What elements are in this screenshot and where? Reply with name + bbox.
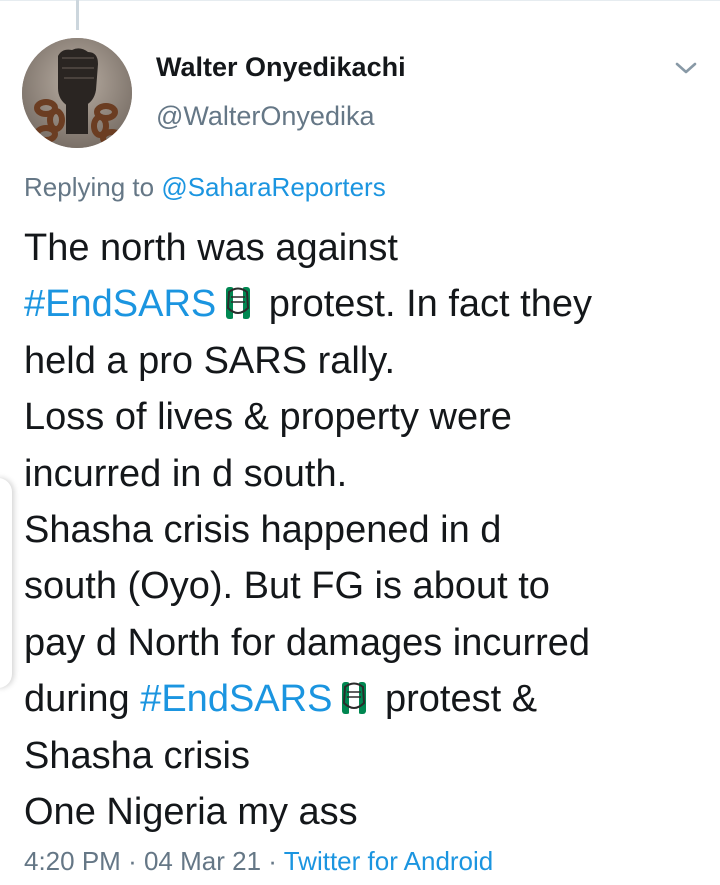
tweet-date[interactable]: 04 Mar 21	[144, 846, 261, 876]
tweet-line-text: incurred in d south.	[24, 452, 348, 495]
tweet-line: Shasha crisis	[24, 728, 714, 784]
hashtag-link[interactable]: #EndSARS	[140, 678, 332, 720]
tweet-line-text: Loss of lives & property were	[24, 396, 512, 439]
meta-separator: ·	[268, 846, 277, 876]
tweet-line-text: Shasha crisis happened in d	[24, 508, 502, 551]
author-handle[interactable]: @WalterOnyedika	[156, 101, 374, 132]
tweet-line: incurred in d south.	[24, 446, 714, 502]
tweet-line: #EndSARS protest. In fact they	[24, 276, 714, 332]
tweet-line: during #EndSARS protest &	[24, 671, 714, 727]
tweet-line-text: held a pro SARS rally.	[24, 339, 396, 382]
tweet-line-text: during	[24, 678, 141, 721]
author-display-name[interactable]: Walter Onyedikachi	[156, 52, 406, 83]
replying-to-label: Replying to	[24, 172, 155, 202]
raised-fist-icon	[342, 682, 367, 715]
tweet-metadata: 4:20 PM · 04 Mar 21 · Twitter for Androi…	[24, 846, 493, 877]
tweet-line: Shasha crisis happened in d	[24, 502, 714, 558]
avatar[interactable]	[22, 38, 132, 148]
chevron-down-icon[interactable]	[672, 58, 700, 78]
replying-to-line: Replying to @SaharaReporters	[24, 172, 386, 203]
tweet-line: One Nigeria my ass	[24, 784, 714, 840]
top-divider	[0, 0, 720, 1]
tweet-text: The north was against #EndSARS protest. …	[24, 220, 714, 840]
raised-fist-icon	[226, 287, 251, 320]
edge-pull-tab[interactable]	[0, 478, 12, 688]
tweet-line-text: protest. In fact they	[258, 283, 592, 326]
tweet-line: held a pro SARS rally.	[24, 333, 714, 389]
tweet-line: pay d North for damages incurred	[24, 615, 714, 671]
hashtag-link[interactable]: #EndSARS	[24, 283, 216, 325]
tweet-line-text: One Nigeria my ass	[24, 790, 358, 833]
tweet-source-link[interactable]: Twitter for Android	[284, 846, 494, 876]
tweet-line: south (Oyo). But FG is about to	[24, 558, 714, 614]
tweet-line: The north was against	[24, 220, 714, 276]
tweet-line-text: Shasha crisis	[24, 734, 250, 777]
tweet-time[interactable]: 4:20 PM	[24, 846, 121, 876]
tweet-line-text: south (Oyo). But FG is about to	[24, 565, 550, 608]
tweet-line-text: The north was against	[24, 227, 398, 269]
tweet-line: Loss of lives & property were	[24, 389, 714, 445]
tweet-line-text: protest &	[374, 678, 538, 721]
thread-connector-line	[76, 0, 79, 30]
tweet-line-text: pay d North for damages incurred	[24, 621, 591, 664]
meta-separator: ·	[128, 846, 137, 876]
reply-mention-link[interactable]: @SaharaReporters	[161, 172, 385, 202]
avatar-image	[22, 38, 132, 148]
